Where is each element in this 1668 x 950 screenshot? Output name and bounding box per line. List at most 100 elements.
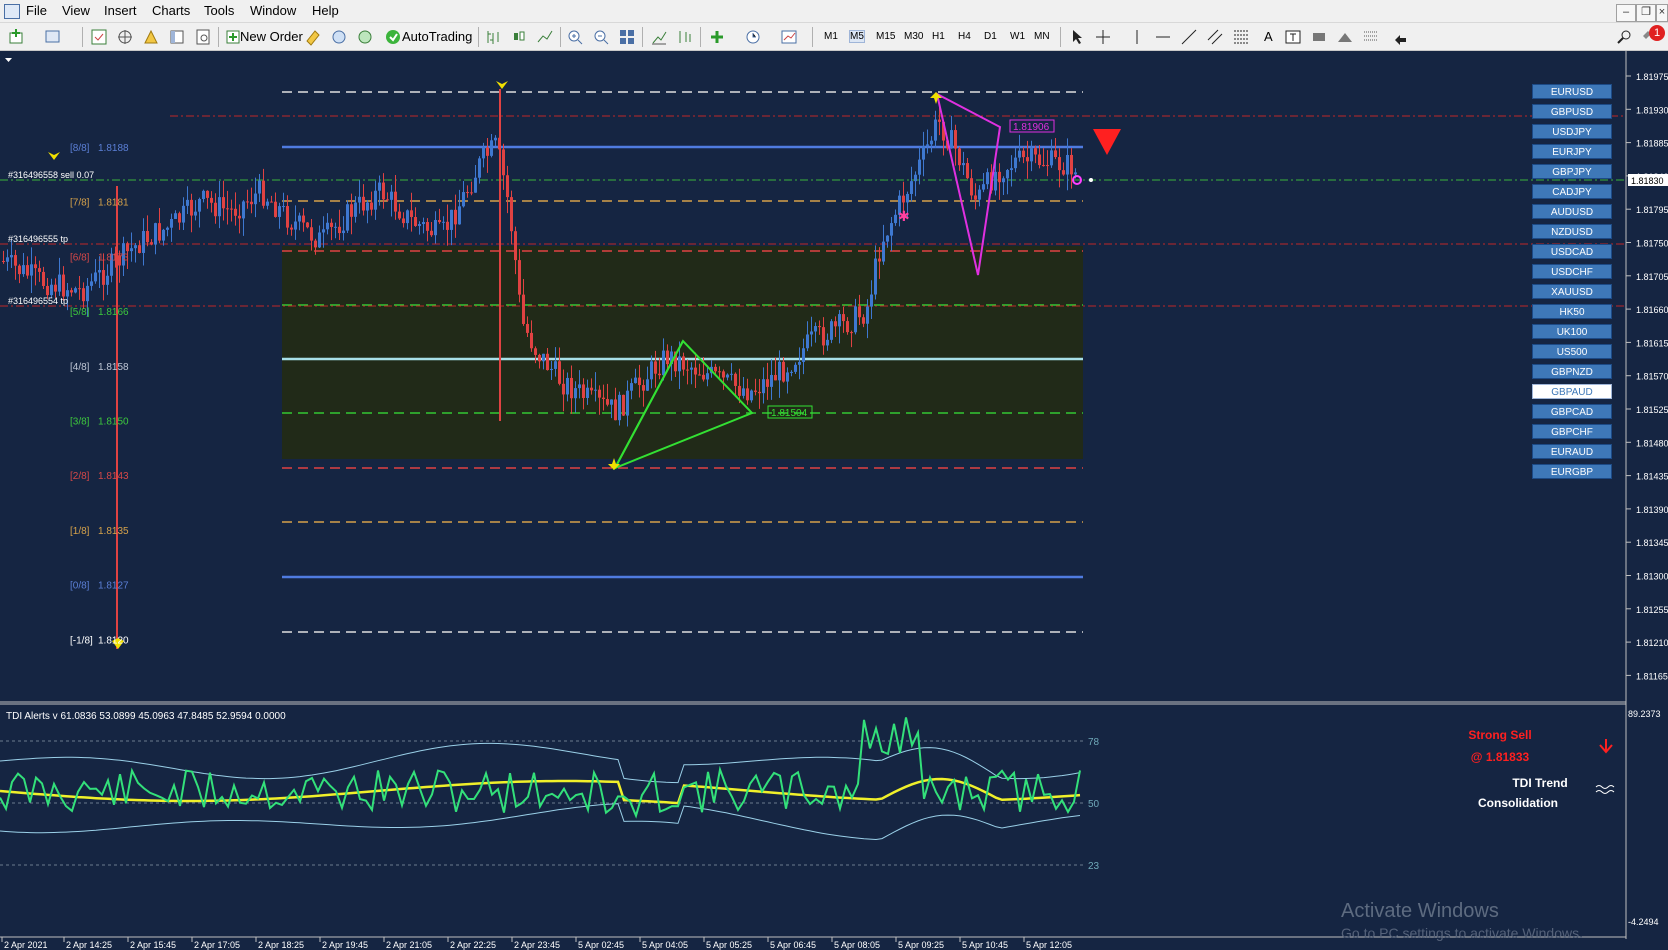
new-chart-icon[interactable] (8, 28, 26, 46)
templates-icon[interactable] (780, 28, 798, 46)
vertical-line-icon[interactable] (1128, 28, 1146, 46)
menu-file[interactable]: File (26, 3, 47, 18)
candle-body (666, 350, 669, 365)
timeframe-h4[interactable]: H4 (958, 31, 971, 42)
candle-body (6, 257, 9, 262)
timeframe-d1[interactable]: D1 (984, 31, 997, 42)
candle-body (1046, 165, 1049, 167)
candle-body (26, 265, 29, 276)
zoom-in-icon[interactable] (566, 28, 584, 46)
timeframe-m1[interactable]: M1 (824, 31, 838, 42)
menu-insert[interactable]: Insert (104, 3, 137, 18)
symbol-button-eurusd[interactable]: EURUSD (1532, 84, 1612, 99)
indicators-icon[interactable] (708, 28, 726, 46)
candle-body (1070, 154, 1073, 175)
candle-body (1014, 157, 1017, 169)
zoom-out-icon[interactable] (592, 28, 610, 46)
timeframe-m30[interactable]: M30 (904, 31, 923, 42)
candle-body (630, 383, 633, 391)
channel-icon[interactable] (1206, 28, 1224, 46)
candle-body (618, 394, 621, 421)
candle-body (826, 339, 829, 346)
trendline-icon[interactable] (1180, 28, 1198, 46)
triangle-icon[interactable] (1336, 28, 1354, 46)
new-order-button[interactable]: New Order (240, 27, 303, 47)
line-chart-icon[interactable] (536, 28, 554, 46)
signals-icon[interactable] (330, 28, 348, 46)
tile-windows-icon[interactable] (618, 28, 636, 46)
timeframe-h1[interactable]: H1 (932, 31, 945, 42)
terminal-icon[interactable] (168, 28, 186, 46)
menu-charts[interactable]: Charts (152, 3, 190, 18)
symbol-button-audusd[interactable]: AUDUSD (1532, 204, 1612, 219)
menu-tools[interactable]: Tools (204, 3, 234, 18)
meta-editor-icon[interactable] (304, 28, 322, 46)
data-window-icon[interactable] (116, 28, 134, 46)
symbol-button-cadjpy[interactable]: CADJPY (1532, 184, 1612, 199)
market-icon[interactable] (356, 28, 374, 46)
autoscroll-icon[interactable] (650, 28, 668, 46)
symbol-button-gbpjpy[interactable]: GBPJPY (1532, 164, 1612, 179)
symbol-button-eurgbp[interactable]: EURGBP (1532, 464, 1612, 479)
symbol-button-nzdusd[interactable]: NZDUSD (1532, 224, 1612, 239)
symbol-button-uk100[interactable]: UK100 (1532, 324, 1612, 339)
symbol-button-gbpchf[interactable]: GBPCHF (1532, 424, 1612, 439)
symbol-button-gbpaud[interactable]: GBPAUD (1532, 384, 1612, 399)
menu-view[interactable]: View (62, 3, 90, 18)
timeframe-m5[interactable]: M5 (849, 30, 865, 43)
navigator-icon[interactable] (142, 28, 160, 46)
symbol-button-usdjpy[interactable]: USDJPY (1532, 124, 1612, 139)
price-tick: 1.81975 (1636, 72, 1668, 82)
price-tick: 1.81885 (1636, 139, 1668, 149)
text-tool-icon[interactable]: A (1264, 27, 1273, 47)
candle-body (714, 366, 717, 372)
timeframe-w1[interactable]: W1 (1010, 31, 1025, 42)
symbol-button-us500[interactable]: US500 (1532, 344, 1612, 359)
candle-body (634, 377, 637, 384)
symbol-button-usdcad[interactable]: USDCAD (1532, 244, 1612, 259)
text-label-icon[interactable] (1284, 28, 1302, 46)
symbol-button-gbpusd[interactable]: GBPUSD (1532, 104, 1612, 119)
candle-body (146, 231, 149, 243)
candle-body (574, 388, 577, 399)
periods-icon[interactable] (744, 28, 762, 46)
horizontal-line-icon[interactable] (1154, 28, 1172, 46)
symbol-button-xauusd[interactable]: XAUUSD (1532, 284, 1612, 299)
autotrading-button[interactable]: AutoTrading (402, 27, 472, 47)
chart-shift-icon[interactable] (676, 28, 694, 46)
gann-icon[interactable] (1362, 28, 1380, 46)
symbol-button-hk50[interactable]: HK50 (1532, 304, 1612, 319)
symbol-button-euraud[interactable]: EURAUD (1532, 444, 1612, 459)
market-watch-icon[interactable] (90, 28, 108, 46)
candle-body (250, 201, 253, 205)
arrows-icon[interactable] (1392, 28, 1410, 46)
tester-icon[interactable] (194, 28, 212, 46)
crosshair-icon[interactable] (1094, 28, 1112, 46)
symbol-button-gbpnzd[interactable]: GBPNZD (1532, 364, 1612, 379)
symbol-button-eurjpy[interactable]: EURJPY (1532, 144, 1612, 159)
symbol-button-gbpcad[interactable]: GBPCAD (1532, 404, 1612, 419)
menu-window[interactable]: Window (250, 3, 296, 18)
autotrading-icon[interactable] (384, 28, 402, 46)
candle-body (566, 377, 569, 395)
fibonacci-icon[interactable] (1232, 28, 1250, 46)
candle-body (182, 205, 185, 223)
cursor-icon[interactable] (1068, 28, 1086, 46)
bar-chart-icon[interactable] (484, 28, 502, 46)
close-button[interactable]: × (1656, 4, 1668, 22)
timeframe-m15[interactable]: M15 (876, 31, 895, 42)
profiles-icon[interactable] (44, 28, 62, 46)
candle-body (1074, 172, 1077, 175)
timeframe-mn[interactable]: MN (1034, 31, 1050, 42)
candlestick-icon[interactable] (510, 28, 528, 46)
price-chart[interactable]: 1.81504 1.81906 ✱ [8/8] 1.8188 [7/8] 1.8181… (0, 51, 1668, 950)
candle-body (154, 223, 157, 245)
search-icon[interactable] (1616, 28, 1634, 46)
restore-button[interactable]: ❐ (1636, 4, 1656, 22)
minimize-button[interactable]: – (1616, 4, 1636, 22)
candle-body (730, 373, 733, 375)
symbol-button-usdchf[interactable]: USDCHF (1532, 264, 1612, 279)
rectangle-icon[interactable] (1310, 28, 1328, 46)
candle-body (662, 350, 665, 376)
menu-help[interactable]: Help (312, 3, 339, 18)
